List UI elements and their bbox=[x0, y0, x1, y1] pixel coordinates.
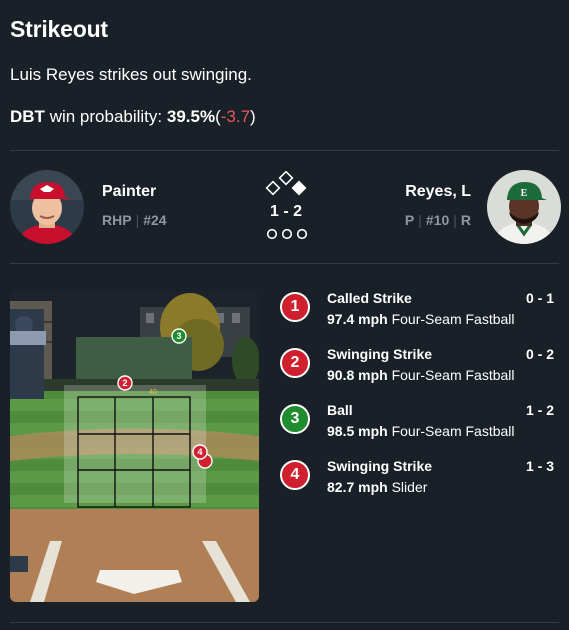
out-dot-2 bbox=[281, 228, 293, 240]
zone-label: 40 bbox=[149, 389, 157, 396]
pitch-marker-2: 2 bbox=[117, 375, 133, 391]
pitch-speed: 97.4 mph bbox=[327, 311, 388, 327]
pitch-row[interactable]: 1 Called Strike 0 - 1 97.4 mph Four-Seam… bbox=[280, 290, 558, 346]
pitch-count: 0 - 1 bbox=[525, 290, 554, 306]
out-dot-3 bbox=[296, 228, 308, 240]
pitch-location-image[interactable]: 40 2 3 4 bbox=[10, 291, 259, 602]
win-probability-delta: -3.7 bbox=[220, 107, 251, 126]
batter-bats: R bbox=[460, 212, 471, 228]
pitch-type: Four-Seam Fastball bbox=[391, 367, 515, 383]
matchup: Painter RHP | #24 1 - 2 Reyes, L P | #10 | R E bbox=[0, 151, 569, 263]
pitch-speed: 82.7 mph bbox=[327, 479, 388, 495]
divider bbox=[10, 263, 559, 264]
wp-close-paren: ) bbox=[250, 107, 256, 126]
pitch-list: 1 Called Strike 0 - 1 97.4 mph Four-Seam… bbox=[280, 290, 558, 514]
ball-strike-count: 1 - 2 bbox=[269, 203, 302, 220]
pitch-number-badge: 4 bbox=[280, 460, 310, 490]
play-title: Strikeout bbox=[10, 16, 108, 42]
pitch-count: 1 - 2 bbox=[525, 402, 554, 418]
batter-meta: P | #10 | R bbox=[405, 212, 471, 228]
third-base-icon bbox=[265, 180, 281, 196]
pitch-number-badge: 2 bbox=[280, 348, 310, 378]
play-description: Luis Reyes strikes out swinging. bbox=[10, 65, 252, 84]
pitch-count: 0 - 2 bbox=[525, 346, 554, 362]
pitch-result: Called Strike bbox=[327, 290, 412, 306]
pitcher-number: #24 bbox=[143, 212, 167, 228]
pitch-count: 1 - 3 bbox=[525, 458, 554, 474]
out-dot-1 bbox=[266, 228, 278, 240]
win-probability-value: 39.5% bbox=[166, 107, 216, 126]
pitch-info: 97.4 mph Four-Seam Fastball bbox=[327, 311, 515, 327]
play-header: Strikeout Luis Reyes strikes out swingin… bbox=[10, 14, 559, 128]
pitch-speed: 90.8 mph bbox=[327, 367, 388, 383]
pitch-type: Four-Seam Fastball bbox=[391, 311, 515, 327]
pitch-marker-4: 4 bbox=[192, 444, 208, 460]
pitch-info: 82.7 mph Slider bbox=[327, 479, 427, 495]
batter-name[interactable]: Reyes, L bbox=[405, 183, 471, 201]
pitch-result: Ball bbox=[327, 402, 353, 418]
pitch-row[interactable]: 3 Ball 1 - 2 98.5 mph Four-Seam Fastball bbox=[280, 402, 558, 458]
win-probability: DBT win probability: 39.5%(-3.7) bbox=[10, 106, 559, 128]
pitcher-hand: RHP bbox=[102, 212, 132, 228]
batter-number: #10 bbox=[425, 212, 450, 228]
pitch-marker-3: 3 bbox=[171, 328, 187, 344]
divider bbox=[10, 622, 559, 623]
svg-text:2: 2 bbox=[122, 378, 127, 388]
team-abbr: DBT bbox=[10, 107, 45, 126]
pitch-result: Swinging Strike bbox=[327, 346, 433, 362]
pitch-speed: 98.5 mph bbox=[327, 423, 388, 439]
meta-separator: | bbox=[135, 212, 140, 228]
pitch-row[interactable]: 2 Swinging Strike 0 - 2 90.8 mph Four-Se… bbox=[280, 346, 558, 402]
pitch-number-badge: 3 bbox=[280, 404, 310, 434]
pitch-result: Swinging Strike bbox=[327, 458, 433, 474]
pitch-type: Four-Seam Fastball bbox=[391, 423, 515, 439]
meta-separator: | bbox=[453, 212, 457, 228]
svg-text:3: 3 bbox=[176, 331, 181, 341]
pitch-row[interactable]: 4 Swinging Strike 1 - 3 82.7 mph Slider bbox=[280, 458, 558, 514]
pitch-info: 90.8 mph Four-Seam Fastball bbox=[327, 367, 515, 383]
svg-text:E: E bbox=[521, 188, 528, 199]
pitch-number-badge: 1 bbox=[280, 292, 310, 322]
pitcher-name[interactable]: Painter bbox=[102, 183, 156, 201]
win-probability-label: win probability: bbox=[49, 107, 163, 126]
pitcher-avatar[interactable] bbox=[10, 170, 84, 244]
svg-text:4: 4 bbox=[197, 447, 202, 457]
pitcher-meta: RHP | #24 bbox=[102, 212, 167, 228]
bases-icon bbox=[265, 171, 307, 196]
pitch-info: 98.5 mph Four-Seam Fastball bbox=[327, 423, 515, 439]
first-base-icon bbox=[291, 180, 307, 196]
second-base-icon bbox=[278, 171, 294, 186]
batter-avatar[interactable]: E bbox=[487, 170, 561, 244]
batter-position: P bbox=[404, 212, 415, 228]
outs-indicator bbox=[266, 228, 308, 240]
meta-separator: | bbox=[418, 212, 422, 228]
pitch-type: Slider bbox=[391, 479, 428, 495]
zone-shadow-box bbox=[64, 385, 206, 503]
